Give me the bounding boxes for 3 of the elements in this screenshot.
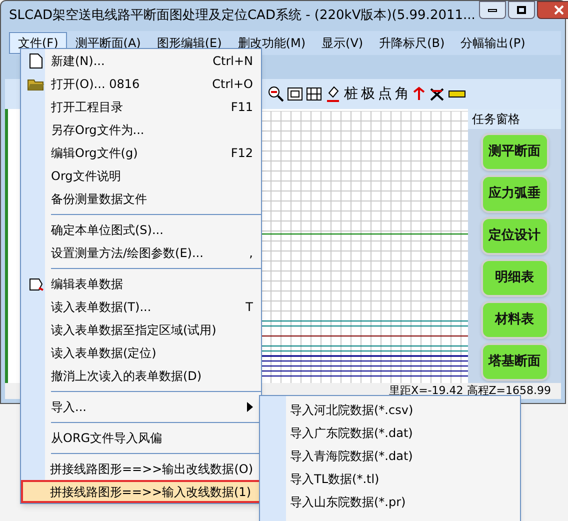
window-title: SLCAD架空送电线路平断面图处理及定位CAD系统 - (220kV版本)(5.99.2011...	[9, 7, 476, 26]
pane-title: 任务窗格	[472, 111, 520, 128]
status-reading: 里距X=-19.42 高程Z=1658.99	[389, 383, 551, 399]
